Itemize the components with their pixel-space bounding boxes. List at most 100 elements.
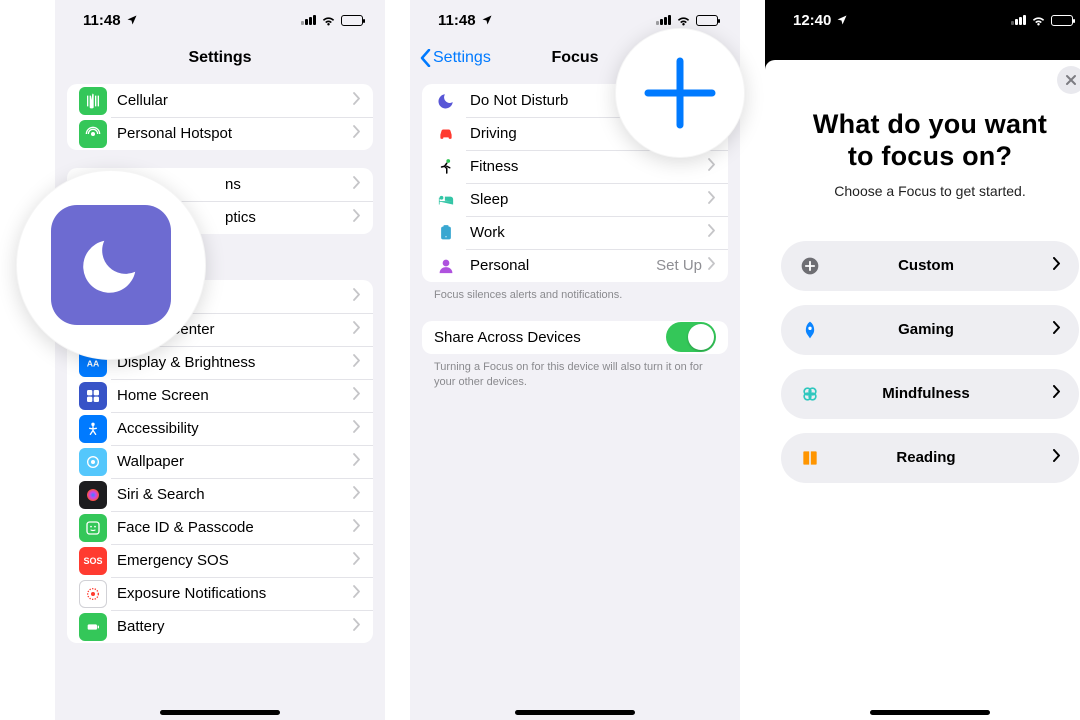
status-time: 11:48 xyxy=(83,12,121,29)
signal-icon xyxy=(656,15,671,25)
bed-icon xyxy=(434,188,458,212)
row-label: Fitness xyxy=(470,158,708,175)
picker-title: What do you wantto focus on? xyxy=(791,108,1069,173)
chevron-right-icon xyxy=(708,191,716,209)
chevron-right-icon xyxy=(353,176,361,194)
chevron-right-icon xyxy=(353,288,361,306)
wifi-icon xyxy=(321,13,336,28)
status-bar: 12:40 xyxy=(765,0,1080,40)
row-label: ns xyxy=(225,176,353,193)
moon-icon xyxy=(434,89,458,113)
row-label: ptics xyxy=(225,209,353,226)
focus-caption: Focus silences alerts and notifications. xyxy=(434,288,716,303)
chevron-right-icon xyxy=(353,125,361,143)
cellular-icon xyxy=(79,87,107,115)
focus-picker-screen: 12:40 What do you wantto focus on? Choos… xyxy=(765,0,1080,720)
picker-subtitle: Choose a Focus to get started. xyxy=(791,183,1069,199)
close-button[interactable] xyxy=(1057,66,1080,94)
focus-option-reading[interactable]: Reading xyxy=(781,433,1079,483)
option-label: Custom xyxy=(799,257,1053,274)
row-label: Face ID & Passcode xyxy=(117,519,353,536)
nav-bar: Settings xyxy=(55,40,385,76)
chevron-right-icon xyxy=(353,453,361,471)
home-indicator[interactable] xyxy=(160,710,280,715)
chevron-right-icon xyxy=(353,552,361,570)
focus-option-custom[interactable]: Custom xyxy=(781,241,1079,291)
accessibility-icon xyxy=(79,415,107,443)
exposure-icon xyxy=(79,580,107,608)
row-label: Accessibility xyxy=(117,420,353,437)
focus-option-gaming[interactable]: Gaming xyxy=(781,305,1079,355)
battery-icon xyxy=(341,15,363,26)
row-label: Work xyxy=(470,224,708,241)
option-label: Mindfulness xyxy=(799,385,1053,402)
chevron-right-icon xyxy=(1053,321,1061,339)
page-title: Focus xyxy=(551,49,598,67)
chevron-right-icon xyxy=(708,257,716,275)
row-detail: Set Up xyxy=(656,257,702,274)
row-label: Display & Brightness xyxy=(117,354,353,371)
chevron-right-icon xyxy=(1053,257,1061,275)
back-button[interactable]: Settings xyxy=(420,49,491,67)
chevron-right-icon xyxy=(353,354,361,372)
status-bar: 11:48 xyxy=(55,0,385,40)
settings-row-home[interactable]: Home Screen xyxy=(67,379,373,412)
signal-icon xyxy=(301,15,316,25)
chevron-right-icon xyxy=(353,618,361,636)
chevron-right-icon xyxy=(708,158,716,176)
highlight-add-button xyxy=(615,28,745,158)
settings-row-sos[interactable]: SOS Emergency SOS xyxy=(67,544,373,577)
focus-row-person[interactable]: Personal Set Up xyxy=(422,249,728,282)
share-caption: Turning a Focus on for this device will … xyxy=(434,360,716,390)
battery-icon xyxy=(79,613,107,641)
settings-row-cellular[interactable]: Cellular xyxy=(67,84,373,117)
home-indicator[interactable] xyxy=(515,710,635,715)
battery-icon xyxy=(696,15,718,26)
settings-row-siri[interactable]: Siri & Search xyxy=(67,478,373,511)
chevron-right-icon xyxy=(1053,449,1061,467)
signal-icon xyxy=(1011,15,1026,25)
row-label: Exposure Notifications xyxy=(117,585,353,602)
chevron-right-icon xyxy=(353,420,361,438)
settings-row-wallpaper[interactable]: Wallpaper xyxy=(67,445,373,478)
chevron-right-icon xyxy=(353,387,361,405)
row-label: Home Screen xyxy=(117,387,353,404)
chevron-right-icon xyxy=(1053,385,1061,403)
option-label: Gaming xyxy=(799,321,1053,338)
person-icon xyxy=(434,254,458,278)
wifi-icon xyxy=(1031,13,1046,28)
home-icon xyxy=(79,382,107,410)
focus-option-mindfulness[interactable]: Mindfulness xyxy=(781,369,1079,419)
chevron-right-icon xyxy=(353,519,361,537)
settings-row-hotspot[interactable]: Personal Hotspot xyxy=(67,117,373,150)
wifi-icon xyxy=(676,13,691,28)
faceid-icon xyxy=(79,514,107,542)
share-across-devices-row[interactable]: Share Across Devices xyxy=(422,321,728,354)
share-label: Share Across Devices xyxy=(434,329,666,346)
highlight-focus-icon xyxy=(16,170,206,360)
page-title: Settings xyxy=(188,49,251,67)
focus-row-bed[interactable]: Sleep xyxy=(422,183,728,216)
row-label: Wallpaper xyxy=(117,453,353,470)
status-time: 12:40 xyxy=(793,12,831,29)
option-label: Reading xyxy=(799,449,1053,466)
focus-row-work[interactable]: Work xyxy=(422,216,728,249)
chevron-right-icon xyxy=(353,585,361,603)
settings-row-battery[interactable]: Battery xyxy=(67,610,373,643)
home-indicator[interactable] xyxy=(870,710,990,715)
share-toggle[interactable] xyxy=(666,322,716,352)
settings-screen: 11:48 Settings Cellular Personal Hotspot… xyxy=(55,0,385,720)
focus-app-icon xyxy=(51,205,171,325)
car-icon xyxy=(434,122,458,146)
settings-row-exposure[interactable]: Exposure Notifications xyxy=(67,577,373,610)
battery-icon xyxy=(1051,15,1073,26)
settings-row-faceid[interactable]: Face ID & Passcode xyxy=(67,511,373,544)
settings-row-accessibility[interactable]: Accessibility xyxy=(67,412,373,445)
location-icon xyxy=(836,14,848,26)
row-label: Battery xyxy=(117,618,353,635)
work-icon xyxy=(434,221,458,245)
chevron-right-icon xyxy=(353,92,361,110)
row-label: Personal Hotspot xyxy=(117,125,353,142)
status-time: 11:48 xyxy=(438,12,476,29)
location-icon xyxy=(481,14,493,26)
